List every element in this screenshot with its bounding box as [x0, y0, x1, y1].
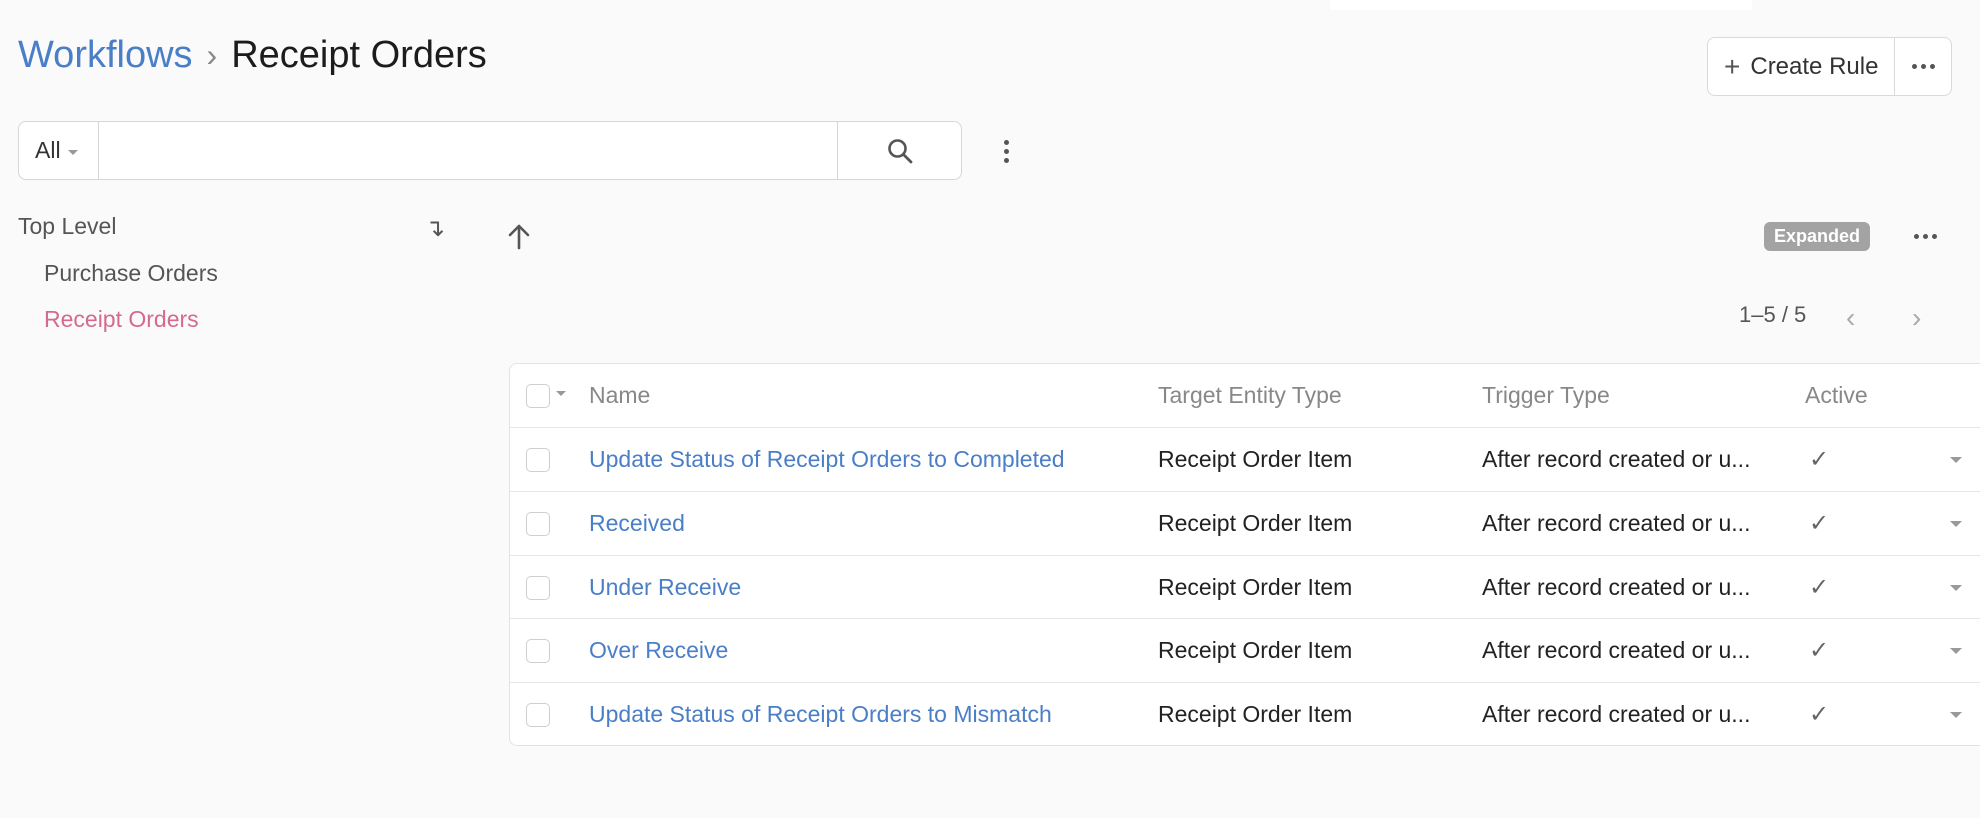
table-row[interactable]: Under Receive Receipt Order Item After r…	[510, 555, 1980, 619]
tree-top-level[interactable]: Top Level	[18, 213, 116, 240]
trigger-type-cell: After record created or u...	[1482, 574, 1751, 600]
checkmark-icon: ✓	[1809, 446, 1830, 473]
search-scope-select[interactable]: All	[19, 122, 99, 179]
row-expand-icon[interactable]	[1950, 711, 1962, 718]
trigger-type-cell: After record created or u...	[1482, 701, 1751, 727]
search-options-button[interactable]	[1000, 138, 1012, 164]
column-header-trigger-type[interactable]: Trigger Type	[1482, 364, 1610, 427]
page-title: Receipt Orders	[231, 34, 487, 76]
column-header-name[interactable]: Name	[589, 364, 650, 427]
create-rule-label: Create Rule	[1750, 52, 1879, 80]
chevron-down-icon	[67, 149, 78, 155]
chevron-left-icon[interactable]: ‹	[1846, 302, 1855, 334]
kebab-icon	[1003, 139, 1009, 163]
row-expand-icon[interactable]	[1950, 456, 1962, 463]
rule-name-link[interactable]: Update Status of Receipt Orders to Compl…	[589, 428, 1065, 491]
rule-name-link[interactable]: Received	[589, 492, 685, 555]
breadcrumb-workflows-link[interactable]: Workflows	[18, 32, 193, 78]
target-entity-cell: Receipt Order Item	[1158, 637, 1353, 663]
target-entity-cell: Receipt Order Item	[1158, 446, 1353, 472]
tree-item-receipt-orders[interactable]: Receipt Orders	[44, 306, 199, 333]
row-checkbox[interactable]	[526, 702, 550, 727]
row-expand-icon[interactable]	[1950, 647, 1962, 654]
workflow-rules-table: Name Target Entity Type Trigger Type Act…	[509, 363, 1980, 746]
pagination-range: 1–5 / 5	[1739, 302, 1807, 327]
checkmark-icon: ✓	[1809, 701, 1830, 728]
select-all-group	[526, 364, 566, 427]
row-checkbox[interactable]	[526, 447, 550, 472]
go-up-button[interactable]	[506, 222, 532, 255]
create-rule-button[interactable]: + Create Rule	[1708, 38, 1896, 95]
search-scope-label: All	[35, 137, 61, 163]
search-button[interactable]	[837, 122, 961, 179]
checkmark-icon: ✓	[1809, 510, 1830, 537]
rule-name-link[interactable]: Update Status of Receipt Orders to Misma…	[589, 683, 1052, 746]
tree-item-purchase-orders[interactable]: Purchase Orders	[44, 260, 218, 287]
search-bar: All	[18, 121, 962, 180]
table-row[interactable]: Update Status of Receipt Orders to Compl…	[510, 427, 1980, 491]
table-header: Name Target Entity Type Trigger Type Act…	[510, 364, 1980, 428]
row-checkbox[interactable]	[526, 511, 550, 536]
ellipsis-icon	[1911, 64, 1935, 69]
breadcrumb: Workflows › Receipt Orders	[18, 32, 487, 78]
select-all-checkbox[interactable]	[526, 383, 550, 408]
row-expand-icon[interactable]	[1950, 584, 1962, 591]
checkmark-icon: ✓	[1809, 637, 1830, 664]
ellipsis-icon	[1914, 234, 1937, 239]
table-row[interactable]: Over Receive Receipt Order Item After re…	[510, 618, 1980, 682]
collapse-arrow-icon[interactable]: ↴	[425, 214, 445, 243]
rule-name-link[interactable]: Under Receive	[589, 556, 741, 619]
trigger-type-cell: After record created or u...	[1482, 446, 1751, 472]
trigger-type-cell: After record created or u...	[1482, 637, 1751, 663]
chevron-down-icon[interactable]	[556, 391, 566, 396]
column-header-target-entity-type[interactable]: Target Entity Type	[1158, 364, 1342, 427]
chevron-right-icon[interactable]: ›	[1912, 302, 1921, 334]
target-entity-cell: Receipt Order Item	[1158, 701, 1353, 727]
list-more-button[interactable]	[1914, 234, 1937, 239]
plus-icon: +	[1724, 50, 1741, 82]
more-actions-button[interactable]	[1895, 38, 1951, 95]
row-checkbox[interactable]	[526, 638, 550, 663]
table-row[interactable]: Update Status of Receipt Orders to Misma…	[510, 682, 1980, 746]
search-input[interactable]	[99, 122, 837, 179]
rule-name-link[interactable]: Over Receive	[589, 619, 728, 682]
breadcrumb-separator: ›	[206, 37, 218, 73]
target-entity-cell: Receipt Order Item	[1158, 574, 1353, 600]
row-checkbox[interactable]	[526, 575, 550, 600]
checkmark-icon: ✓	[1809, 574, 1830, 601]
trigger-type-cell: After record created or u...	[1482, 510, 1751, 536]
create-rule-group: + Create Rule	[1707, 37, 1953, 96]
column-header-active[interactable]: Active	[1805, 364, 1868, 427]
table-row[interactable]: Received Receipt Order Item After record…	[510, 491, 1980, 555]
target-entity-cell: Receipt Order Item	[1158, 510, 1353, 536]
arrow-up-icon	[508, 224, 530, 250]
top-strip	[1330, 0, 1752, 10]
view-mode-badge[interactable]: Expanded	[1764, 222, 1871, 251]
search-icon	[887, 138, 912, 163]
row-expand-icon[interactable]	[1950, 520, 1962, 527]
